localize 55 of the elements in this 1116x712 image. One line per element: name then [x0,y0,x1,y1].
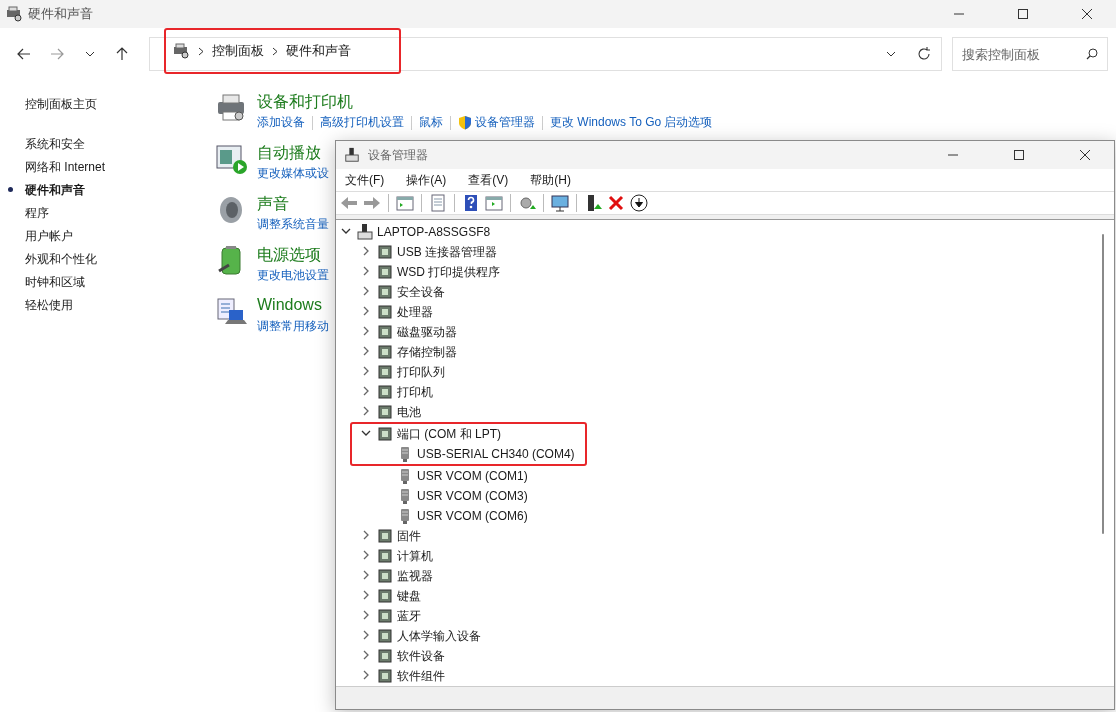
sidebar-item[interactable]: 外观和个性化 [25,250,97,267]
tree-item-label[interactable]: USR VCOM (COM3) [417,489,528,503]
sidebar-item[interactable]: 网络和 Internet [25,158,106,175]
category-link[interactable]: 更改媒体或设 [257,165,329,182]
tree-item-label[interactable]: 打印队列 [397,363,445,381]
category-link[interactable]: 更改 Windows To Go 启动选项 [550,114,713,131]
tree-item-label[interactable]: 存储控制器 [397,343,457,361]
tree-item-label[interactable]: LAPTOP-A8SSGSF8 [377,225,491,239]
sidebar-item[interactable]: 硬件和声音 [25,181,85,198]
category-title[interactable]: 自动播放 [257,143,329,163]
menu-item[interactable]: 帮助(H) [525,171,578,189]
menu-item[interactable]: 文件(F) [340,171,392,189]
category-link[interactable]: 调整常用移动 [257,318,329,335]
category-link[interactable]: 高级打印机设置 [320,114,404,131]
tree-item-label[interactable]: 安全设备 [397,283,445,301]
tree-item-label[interactable]: 计算机 [397,547,433,565]
category-link[interactable]: 调整系统音量 [257,216,329,233]
tree-item-label[interactable]: 打印机 [397,383,433,401]
breadcrumb-item[interactable]: 硬件和声音 [285,42,351,60]
tree-item-label[interactable]: 蓝牙 [397,607,421,625]
tree-item-label[interactable]: 监视器 [397,567,433,585]
category-link[interactable]: 添加设备 [257,114,305,131]
sidebar-item[interactable]: 时钟和区域 [25,273,85,290]
category-link[interactable]: 设备管理器 [458,114,535,131]
window-title: 硬件和声音 [28,5,94,23]
tree-item-label[interactable]: 处理器 [397,303,433,321]
tree-item-label[interactable]: 磁盘驱动器 [397,323,457,341]
tree-item-label[interactable]: WSD 打印提供程序 [397,263,501,281]
category-link[interactable]: 鼠标 [419,114,443,131]
sidebar-link[interactable]: 控制面板主页 [25,96,190,119]
tree-item-label[interactable]: 人体学输入设备 [397,627,481,645]
window-title: 设备管理器 [368,146,429,164]
tree-item-label[interactable]: USR VCOM (COM6) [417,509,528,523]
tree-item-label[interactable]: USB-SERIAL CH340 (COM4) [417,447,575,461]
sidebar-item[interactable]: 程序 [25,204,49,221]
tree-item-label[interactable]: 软件组件 [397,667,445,685]
sidebar-item[interactable]: 轻松使用 [25,296,73,313]
category-link[interactable]: 更改电池设置 [257,267,329,284]
menu-item[interactable]: 操作(A) [401,171,454,189]
sidebar-item[interactable]: 系统和安全 [25,135,85,152]
sidebar-item[interactable]: 用户帐户 [25,227,73,244]
category-title[interactable]: 设备和打印机 [257,92,713,112]
tree-item-label[interactable]: 软件设备 [397,647,445,665]
tree-item-label[interactable]: 端口 (COM 和 LPT) [397,425,501,443]
tree-item-label[interactable]: 键盘 [397,587,421,605]
breadcrumb-item[interactable]: 控制面板 [211,42,264,60]
category-title[interactable]: 声音 [257,194,329,214]
category-title[interactable]: 电源选项 [257,245,329,265]
search-field[interactable]: 搜索控制面板 [952,37,1108,71]
category-title[interactable]: Windows [257,296,329,316]
tree-item-label[interactable]: 固件 [397,527,421,545]
menu-item[interactable]: 查看(V) [463,171,516,189]
tree-item-label[interactable]: USR VCOM (COM1) [417,469,528,483]
tree-item-label[interactable]: USB 连接器管理器 [397,243,497,261]
tree-item-label[interactable]: 电池 [397,403,421,421]
